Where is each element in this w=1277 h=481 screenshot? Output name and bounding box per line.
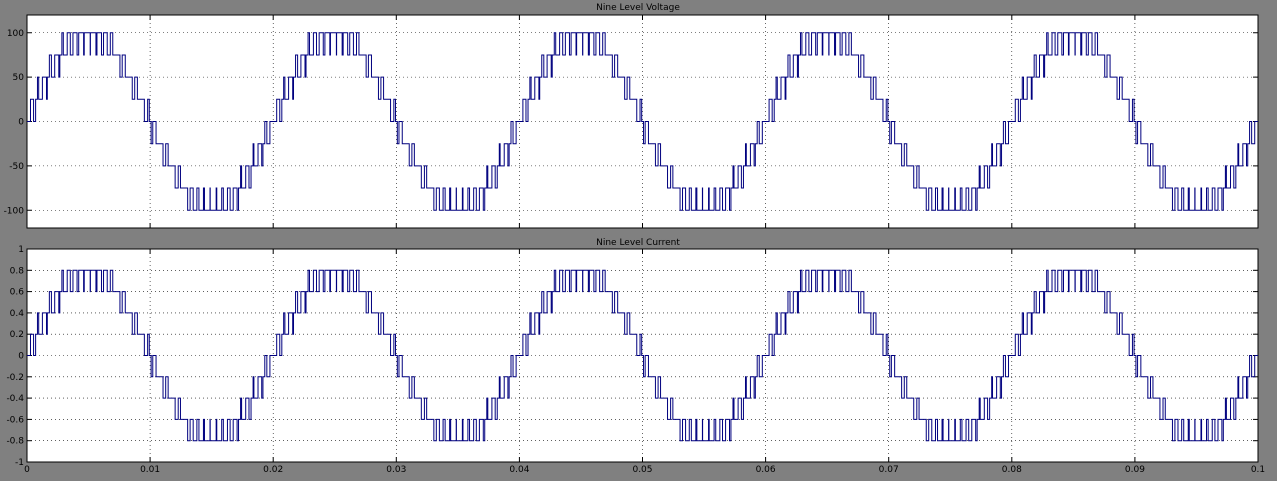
current-xtick-label: 0.09 [1125,465,1145,475]
current-ytick-label: 0.2 [10,330,24,340]
voltage-ytick-label: 50 [13,73,25,83]
current-ytick-label: 0.6 [10,288,25,298]
voltage-ytick-label: -50 [9,162,24,172]
current-ytick-label: 0.4 [10,309,25,319]
current-ytick-label: -0.4 [6,394,24,404]
current-ytick-label: -0.2 [6,373,24,383]
voltage-ytick-label: 0 [18,118,24,128]
current-xtick-label: 0.01 [140,465,160,475]
current-xtick-label: 0.04 [509,465,529,475]
current-ytick-label: 1 [18,245,24,255]
voltage-title: Nine Level Voltage [596,3,680,13]
figure: Nine Level Voltage -100-50050100 Nine Le… [0,0,1277,481]
current-xtick-label: 0.06 [756,465,776,475]
current-title: Nine Level Current [596,238,680,248]
current-xtick-label: 0.03 [386,465,406,475]
current-panel: Nine Level Current 0 0.01 0.02 0.03 0.04 0.05… [6,238,1265,475]
current-xtick-label: 0.07 [879,465,899,475]
current-xtick-label: 0.02 [263,465,283,475]
voltage-ytick-label: -100 [4,206,25,216]
current-xtick-label: 0.08 [1002,465,1022,475]
voltage-panel: Nine Level Voltage -100 -50 0 50 100 [4,3,1259,229]
current-ytick-label: 0 [18,352,24,362]
current-xtick-label: 0.1 [1251,465,1265,475]
current-xtick-label: 0 [24,465,30,475]
voltage-ytick-label: 100 [7,29,24,39]
current-xtick-label: 0.05 [632,465,652,475]
current-ytick-label: -0.8 [6,437,24,447]
current-ytick-label: -0.6 [6,415,24,425]
current-ytick-label: -1 [15,458,24,468]
current-ytick-label: 0.8 [10,266,25,276]
